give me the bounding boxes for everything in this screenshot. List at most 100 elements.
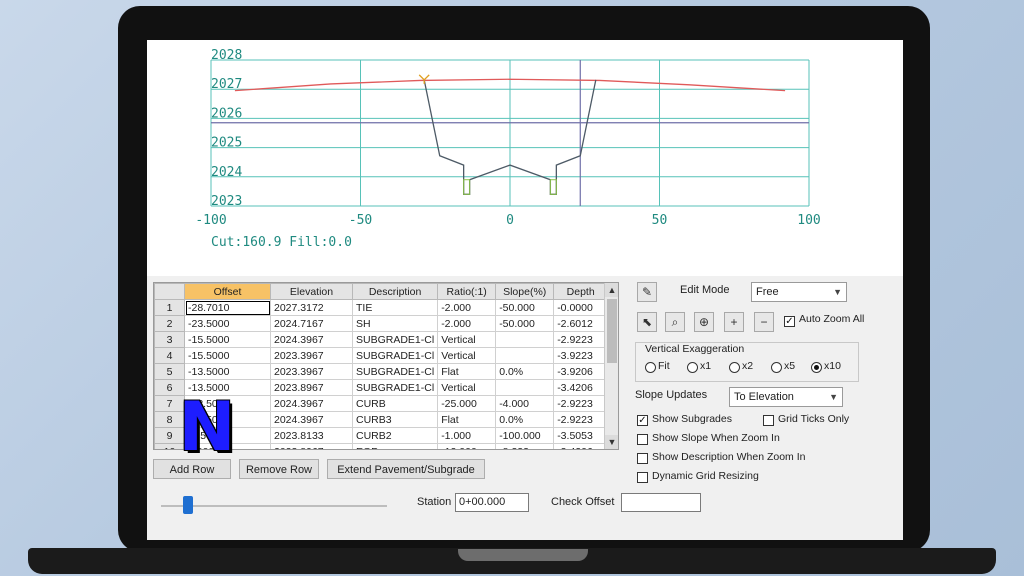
table-cell[interactable]: -2.9223: [553, 331, 609, 348]
column-header-slope[interactable]: Slope(%): [495, 283, 555, 300]
table-cell[interactable]: [495, 347, 555, 364]
extend-pavement-button[interactable]: Extend Pavement/Subgrade: [327, 459, 485, 479]
table-cell[interactable]: -15.5000: [184, 331, 271, 348]
dynamic-grid-checkbox[interactable]: [637, 472, 648, 483]
zoom-extents-icon[interactable]: ⊕: [694, 312, 714, 332]
show-slope-checkbox[interactable]: [637, 434, 648, 445]
cross-section-chart[interactable]: 202820272026202520242023-100 -50 0 50 100Cut…: [147, 40, 869, 276]
table-cell[interactable]: SUBGRADE1-Cl: [351, 379, 439, 396]
table-cell[interactable]: Vertical: [437, 331, 497, 348]
exaggeration-radio-x10[interactable]: [811, 362, 822, 373]
row-number[interactable]: 3: [154, 331, 185, 348]
table-cell[interactable]: -2.000: [437, 299, 497, 316]
table-cell[interactable]: 0.0%: [495, 363, 555, 380]
table-cell[interactable]: -2.9223: [553, 395, 609, 412]
scroll-up-icon[interactable]: ▲: [605, 283, 618, 297]
table-cell[interactable]: -3.4206: [553, 443, 609, 449]
table-cell[interactable]: -23.5000: [184, 315, 271, 332]
row-number[interactable]: 4: [154, 347, 185, 364]
station-slider-thumb[interactable]: [183, 496, 194, 514]
table-cell[interactable]: 2023.3967: [270, 363, 353, 380]
table-row[interactable]: 3 -15.5000 2024.3967 SUBGRADE1-Cl Vertical -2…: [154, 331, 609, 348]
table-cell[interactable]: -3.9223: [553, 347, 609, 364]
exaggeration-radio-x1[interactable]: [687, 362, 698, 373]
station-input[interactable]: 0+00.000: [455, 493, 529, 512]
table-cell[interactable]: -3.5053: [553, 427, 609, 444]
row-number[interactable]: 5: [154, 363, 185, 380]
table-cell[interactable]: 2023.8967: [270, 379, 353, 396]
table-row[interactable]: 4 -15.5000 2023.3967 SUBGRADE1-Cl Vertical -3…: [154, 347, 609, 364]
table-cell[interactable]: Flat: [437, 363, 497, 380]
table-cell[interactable]: 2023.8133: [270, 427, 353, 444]
exaggeration-radio-x2[interactable]: [729, 362, 740, 373]
edit-mode-select[interactable]: Free ▼: [751, 282, 847, 302]
row-number[interactable]: 2: [154, 315, 185, 332]
table-cell[interactable]: -50.000: [495, 315, 555, 332]
table-cell[interactable]: 0.0%: [495, 411, 555, 428]
table-cell[interactable]: SUBGRADE1-Cl: [351, 363, 439, 380]
row-number[interactable]: 1: [154, 299, 185, 316]
show-subgrades-checkbox[interactable]: ✓: [637, 415, 648, 426]
table-cell[interactable]: Vertical: [437, 347, 497, 364]
table-cell[interactable]: 2024.3967: [270, 331, 353, 348]
table-cell[interactable]: SUBGRADE1-Cl: [351, 347, 439, 364]
corner-cell[interactable]: [154, 283, 185, 300]
table-cell[interactable]: CURB: [351, 395, 439, 412]
column-header-description[interactable]: Description: [351, 283, 439, 300]
table-cell[interactable]: TIE: [351, 299, 439, 316]
table-cell[interactable]: -12.000: [437, 443, 497, 449]
column-header-offset[interactable]: Offset: [184, 283, 271, 300]
table-cell[interactable]: Vertical: [437, 379, 497, 396]
exaggeration-radio-x5[interactable]: [771, 362, 782, 373]
table-row[interactable]: 2 -23.5000 2024.7167 SH -2.000 -50.000 -2.6012: [154, 315, 609, 332]
table-cell[interactable]: -4.000: [495, 395, 555, 412]
table-cell[interactable]: -2.6012: [553, 315, 609, 332]
table-cell[interactable]: 2024.7167: [270, 315, 353, 332]
slope-updates-select[interactable]: To Elevation ▼: [729, 387, 843, 407]
table-cell[interactable]: CURB2: [351, 427, 439, 444]
table-cell[interactable]: 2023.8967: [270, 443, 353, 449]
scroll-thumb[interactable]: [607, 299, 617, 363]
column-header-depth[interactable]: Depth: [553, 283, 609, 300]
column-header-ratio[interactable]: Ratio(:1): [437, 283, 497, 300]
exaggeration-radio-fit[interactable]: [645, 362, 656, 373]
table-row[interactable]: 1 -28.7010 2027.3172 TIE -2.000 -50.000 -0.000…: [154, 299, 609, 316]
check-offset-input[interactable]: [621, 493, 701, 512]
remove-row-button[interactable]: Remove Row: [239, 459, 319, 479]
table-cell[interactable]: -100.000: [495, 427, 555, 444]
table-scrollbar[interactable]: ▲ ▼: [604, 283, 618, 449]
select-zoom-icon[interactable]: ⬉: [637, 312, 657, 332]
cross-section-plot[interactable]: 2028 2027 2026 2025 2024 2023 -100 -50 0 50 100 Cut…: [147, 40, 869, 276]
table-cell[interactable]: SUBGRADE1-Cl: [351, 331, 439, 348]
table-cell[interactable]: -13.5000: [184, 363, 271, 380]
auto-zoom-checkbox[interactable]: ✓: [784, 316, 795, 327]
table-cell[interactable]: -28.7010: [184, 299, 271, 316]
table-cell[interactable]: 2023.3967: [270, 347, 353, 364]
table-cell[interactable]: -3.4206: [553, 379, 609, 396]
table-cell[interactable]: SH: [351, 315, 439, 332]
table-cell[interactable]: -1.000: [437, 427, 497, 444]
table-cell[interactable]: -2.9223: [553, 411, 609, 428]
table-cell[interactable]: 2027.3172: [270, 299, 353, 316]
table-cell[interactable]: -15.5000: [184, 347, 271, 364]
table-cell[interactable]: -3.9206: [553, 363, 609, 380]
table-cell[interactable]: -2.000: [437, 315, 497, 332]
show-description-checkbox[interactable]: [637, 453, 648, 464]
table-cell[interactable]: 2024.3967: [270, 395, 353, 412]
table-cell[interactable]: [495, 331, 555, 348]
column-header-elevation[interactable]: Elevation: [270, 283, 353, 300]
zoom-in-icon[interactable]: +: [724, 312, 744, 332]
table-row[interactable]: 5 -13.5000 2023.3967 SUBGRADE1-Cl Flat 0.0% -3…: [154, 363, 609, 380]
scroll-down-icon[interactable]: ▼: [605, 435, 618, 449]
table-cell[interactable]: [495, 379, 555, 396]
table-cell[interactable]: -25.000: [437, 395, 497, 412]
table-cell[interactable]: 2024.3967: [270, 411, 353, 428]
zoom-window-icon[interactable]: ⌕: [665, 312, 685, 332]
table-cell[interactable]: CURB3: [351, 411, 439, 428]
table-cell[interactable]: -50.000: [495, 299, 555, 316]
table-cell[interactable]: -0.0000: [553, 299, 609, 316]
pencil-icon[interactable]: ✎: [637, 282, 657, 302]
station-slider-track[interactable]: [161, 505, 387, 507]
zoom-out-icon[interactable]: −: [754, 312, 774, 332]
table-cell[interactable]: EOP: [351, 443, 439, 449]
